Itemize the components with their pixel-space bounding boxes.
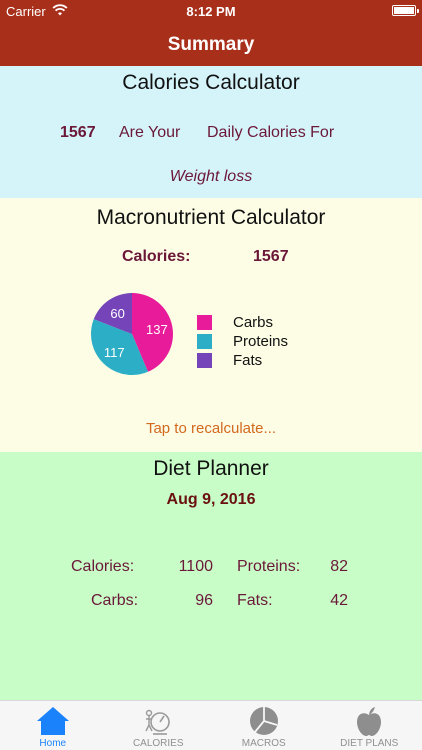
recalculate-link[interactable]: Tap to recalculate... — [0, 420, 422, 437]
navigation-bar: Summary — [0, 22, 422, 66]
tab-calories-label: CALORIES — [132, 738, 184, 749]
tab-diet-plans-label: DIET PLANS — [340, 738, 399, 749]
macro-calories-value: 1567 — [253, 248, 289, 265]
tab-diet-plans[interactable]: DIET PLANS — [317, 701, 422, 750]
pie-label-fats: 60 — [110, 306, 124, 321]
calories-calculator-section[interactable]: Calories Calculator 1567 Are Your Daily … — [0, 66, 422, 198]
pie-label-carbs: 137 — [146, 322, 168, 337]
diet-planner-section[interactable]: Diet Planner Aug 9, 2016 Calories: 1100 … — [0, 452, 422, 700]
tab-bar: Home CALORIES MACROS DIET PLANS — [0, 700, 422, 750]
tab-home-label: Home — [39, 738, 67, 749]
tab-macros[interactable]: MACROS — [211, 701, 317, 750]
diet-planner-date: Aug 9, 2016 — [166, 491, 256, 508]
legend-swatch-fats — [197, 353, 212, 368]
legend-swatch-proteins — [197, 334, 212, 349]
planner-proteins-label: Proteins: — [237, 558, 301, 575]
macro-calculator-title: Macronutrient Calculator — [96, 206, 326, 229]
daily-calories-for-label: Daily Calories For — [207, 124, 335, 141]
macro-calories-label: Calories: — [122, 248, 191, 265]
page-title: Summary — [167, 34, 255, 55]
legend-label-carbs: Carbs — [233, 314, 274, 331]
daily-calories-value: 1567 — [60, 124, 96, 141]
scale-icon — [145, 709, 171, 735]
planner-carbs-label: Carbs: — [91, 592, 139, 609]
battery-icon — [392, 5, 419, 16]
status-time: 8:12 PM — [186, 4, 236, 19]
tab-calories[interactable]: CALORIES — [106, 701, 212, 750]
are-your-label: Are Your — [119, 124, 181, 141]
legend-label-proteins: Proteins — [233, 333, 289, 350]
planner-calories-label: Calories: — [71, 558, 135, 575]
tab-macros-label: MACROS — [241, 738, 286, 749]
planner-calories-value: 1100 — [178, 558, 213, 575]
planner-fats-label: Fats: — [237, 592, 273, 609]
status-bar: Carrier 8:12 PM — [0, 0, 422, 22]
calorie-goal-label: Weight loss — [169, 168, 253, 185]
macro-pie-chart: 137 117 60 — [91, 293, 173, 375]
apple-icon — [357, 707, 382, 736]
legend-swatch-carbs — [197, 315, 212, 330]
legend-label-fats: Fats — [233, 352, 263, 369]
calories-calculator-title: Calories Calculator — [122, 71, 300, 94]
tab-home[interactable]: Home — [0, 701, 106, 750]
planner-fats-value: 42 — [330, 592, 348, 609]
planner-carbs-value: 96 — [195, 592, 213, 609]
pie-chart-icon — [249, 707, 278, 735]
macronutrient-calculator-section[interactable]: Macronutrient Calculator Calories: 1567 … — [0, 198, 422, 452]
home-icon — [36, 707, 69, 735]
pie-label-proteins: 117 — [104, 345, 125, 360]
planner-proteins-value: 82 — [330, 558, 348, 575]
diet-planner-title: Diet Planner — [153, 457, 269, 480]
